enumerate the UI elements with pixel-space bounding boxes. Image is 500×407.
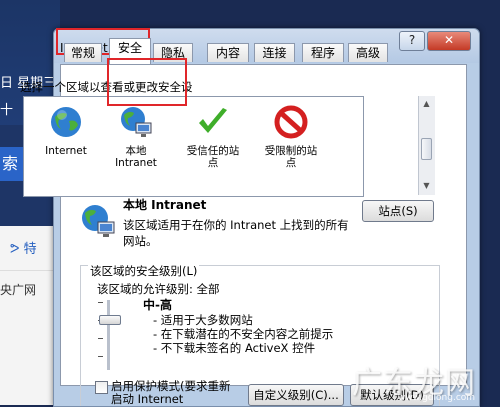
zone-restricted-sites[interactable]: 受限制的站 点 xyxy=(256,105,326,169)
zone-label: 受限制的站 点 xyxy=(264,145,318,169)
slider-tick xyxy=(98,302,103,303)
selected-zone-title: 本地 Intranet xyxy=(123,198,207,212)
background-nav-link[interactable]: 央广网 xyxy=(0,281,36,298)
feature-icon: ᕗ xyxy=(10,242,20,257)
sites-button[interactable]: 站点(S) xyxy=(362,200,434,222)
slider-tick xyxy=(98,338,103,339)
security-level-name: 中-高 xyxy=(143,298,172,312)
watermark-url: www.gdlong.com xyxy=(398,393,476,403)
allowed-levels-text: 该区域的允许级别: 全部 xyxy=(97,282,220,296)
selected-zone-description: 该区域适用于在你的 Intranet 上找到的所有网站。 xyxy=(123,218,349,248)
tab-connections[interactable]: 连接 xyxy=(254,43,295,62)
security-slider-track[interactable] xyxy=(107,300,110,370)
zone-label: 受信任的站 点 xyxy=(186,145,240,169)
zone-trusted-sites[interactable]: 受信任的站 点 xyxy=(178,105,248,169)
restricted-icon xyxy=(274,105,308,139)
security-slider-thumb[interactable] xyxy=(99,315,121,325)
tab-programs[interactable]: 程序 xyxy=(302,43,344,62)
zone-internet[interactable]: Internet xyxy=(36,105,96,157)
scroll-up-icon[interactable]: ▲ xyxy=(421,98,432,110)
protected-mode-label: 启用保护模式(要求重新 启动 Internet xyxy=(111,379,231,406)
zone-scrollbar[interactable]: ▲ ▼ xyxy=(418,96,435,195)
scroll-thumb[interactable] xyxy=(421,138,432,160)
help-button[interactable]: ? xyxy=(399,31,425,51)
tab-highlight-box xyxy=(107,58,187,106)
slider-tick xyxy=(98,356,103,357)
intranet-icon xyxy=(121,107,152,137)
zone-list[interactable]: Internet 本地 Intranet 受信任的站 点 受限制的站 点 xyxy=(23,96,364,197)
checkmark-icon xyxy=(199,108,227,133)
zone-label: 本地 Intranet xyxy=(115,145,157,169)
level-description-line: - 不下载未签名的 ActiveX 控件 xyxy=(153,341,316,355)
zone-local-intranet[interactable]: 本地 Intranet xyxy=(106,105,166,169)
tab-advanced[interactable]: 高级 xyxy=(348,43,388,62)
security-level-label: 该区域的安全级别(L) xyxy=(88,263,200,279)
tab-general[interactable]: 常规 xyxy=(64,43,102,62)
local-intranet-icon xyxy=(82,205,115,237)
tab-content[interactable]: 内容 xyxy=(207,43,249,62)
close-button[interactable]: ✕ xyxy=(427,31,471,51)
protected-mode-checkbox[interactable] xyxy=(95,381,108,394)
scroll-down-icon[interactable]: ▼ xyxy=(421,180,432,192)
background-feature-link[interactable]: ᕗ 特 xyxy=(10,238,37,257)
globe-icon xyxy=(51,107,81,137)
background-dash: 十 xyxy=(0,103,14,118)
custom-level-button[interactable]: 自定义级别(C)... xyxy=(248,384,344,406)
background-divider xyxy=(0,270,60,271)
zone-label: Internet xyxy=(45,145,87,157)
